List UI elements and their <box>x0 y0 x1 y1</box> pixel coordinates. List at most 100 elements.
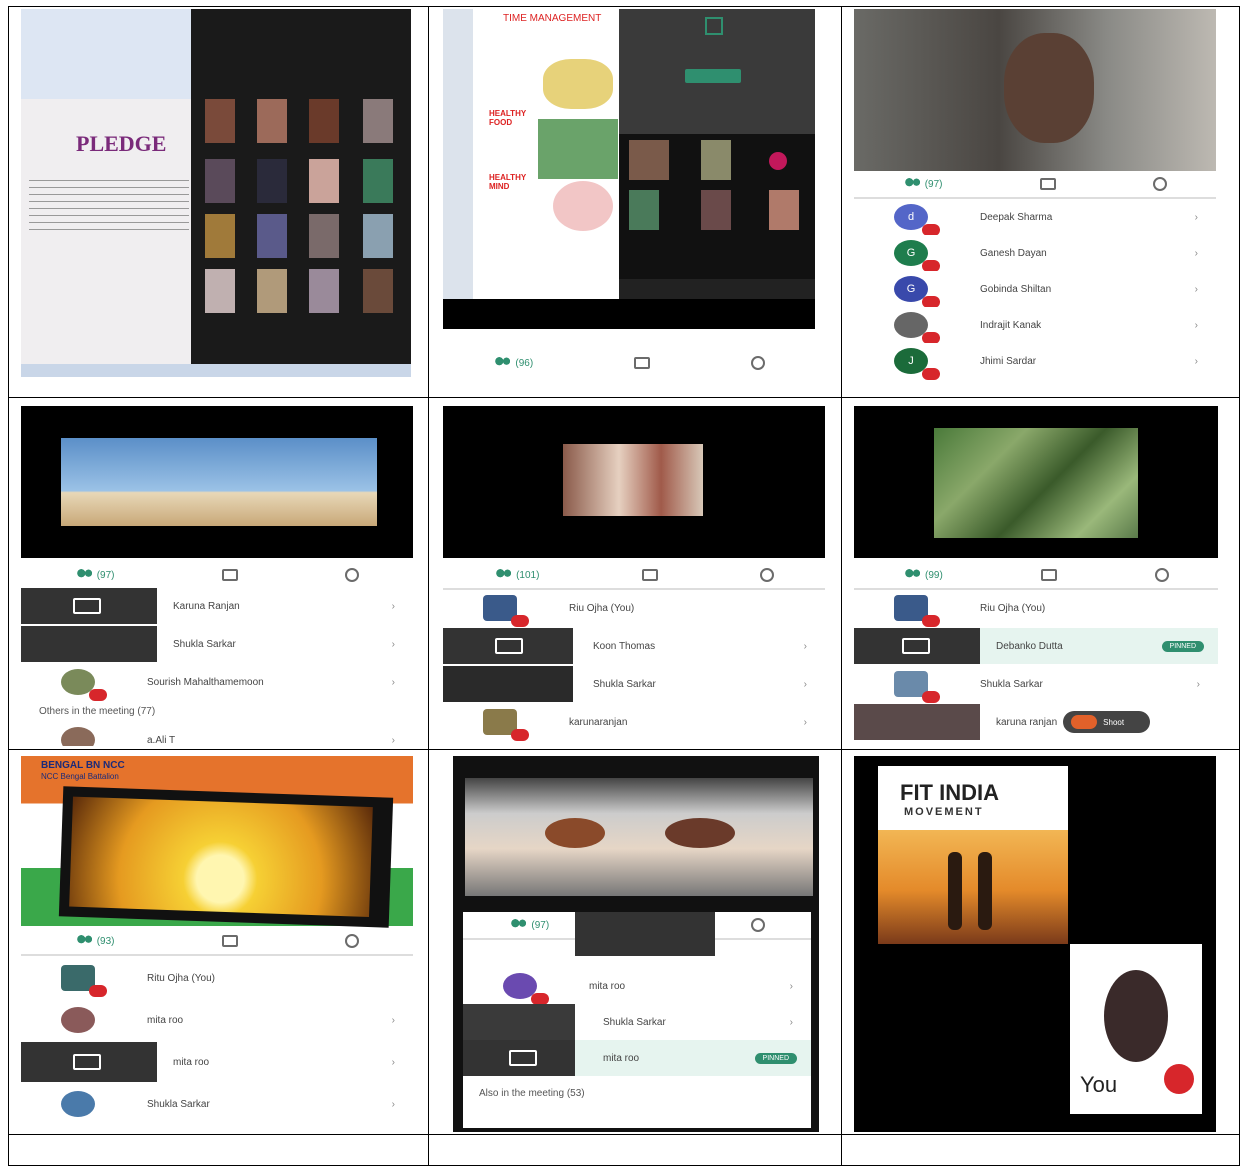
slide-title: TIME MANAGEMENT <box>503 13 602 24</box>
participant-row[interactable]: G Gobinda Shiltan › <box>854 271 1216 308</box>
avatar: d <box>894 204 940 236</box>
slide-left-text-2: HEALTHY MIND <box>489 173 527 191</box>
people-icon <box>74 569 93 581</box>
cell-r4c1 <box>8 1134 429 1166</box>
participant-row-pinned[interactable]: Debanko Dutta PINNED <box>854 628 1218 664</box>
participant-name: Riu Ojha (You) <box>569 602 635 614</box>
video-feed <box>465 778 813 896</box>
participant-row[interactable]: Riu Ojha (You) <box>443 590 825 627</box>
participant-row[interactable]: mita roo › <box>463 968 811 1005</box>
participant-row-pinned[interactable] <box>21 588 157 624</box>
participant-name: Shukla Sarkar <box>147 1098 210 1110</box>
tab-chat[interactable] <box>1040 569 1057 581</box>
tab-people[interactable]: (96) <box>493 357 533 369</box>
poster-title: FIT INDIA <box>900 780 999 805</box>
people-count: (97) <box>531 919 550 931</box>
participant-row[interactable]: Shukla Sarkar › <box>443 666 825 702</box>
tab-info[interactable] <box>1154 568 1169 582</box>
participant-name: Deepak Sharma <box>980 211 1053 223</box>
tab-chat[interactable] <box>633 357 650 369</box>
avatar: G <box>894 276 940 308</box>
avatar <box>1104 970 1168 1062</box>
tab-people[interactable]: (97) <box>902 178 942 190</box>
participant-name: karuna ranjan <box>996 716 1058 728</box>
participant-row[interactable]: d Deepak Sharma › <box>854 199 1216 236</box>
participant-name: Shukla Sarkar <box>593 678 656 690</box>
participant-row[interactable]: Shukla Sarkar › <box>854 666 1218 703</box>
desktop-screen: PLEDGE <box>21 9 411 377</box>
tab-chat[interactable] <box>1039 178 1056 190</box>
participant-name: mita roo <box>147 1014 184 1026</box>
tab-people[interactable]: (97) <box>509 919 549 931</box>
tab-chat[interactable] <box>221 935 238 947</box>
participant-row[interactable]: Sourish Mahalthamemoon › <box>21 664 413 701</box>
participant-row[interactable]: G Ganesh Dayan › <box>854 235 1216 272</box>
poster-subtitle: MOVEMENT <box>904 806 984 818</box>
avatar <box>894 671 940 703</box>
chevron-right-icon: › <box>1194 355 1198 367</box>
mic-off-icon <box>511 729 529 741</box>
tab-info[interactable] <box>750 356 765 370</box>
participant-row[interactable]: Indrajit Kanak › <box>854 307 1216 344</box>
participant-row[interactable]: karuna ranjan Shoot <box>854 704 1218 740</box>
participant-row[interactable]: Shukla Sarkar › <box>21 1084 413 1124</box>
tab-info[interactable] <box>759 568 774 582</box>
participant-row[interactable]: mita roo › <box>21 1000 413 1040</box>
participant-row[interactable]: karunaranjan › <box>443 704 825 741</box>
avatar <box>61 1007 95 1033</box>
banner-line-2: NCC Bengal Battalion <box>41 772 119 781</box>
participant-row[interactable]: Shukla Sarkar › <box>21 626 413 662</box>
chat-icon <box>221 569 238 581</box>
participant-row[interactable]: Riu Ojha (You) <box>854 590 1218 627</box>
banner-line-1: BENGAL BN NCC <box>41 760 125 771</box>
action-pill[interactable]: Shoot <box>1063 711 1151 733</box>
pinned-badge: PINNED <box>754 1052 797 1064</box>
tab-info[interactable] <box>345 934 360 948</box>
participant-row[interactable]: mita roo › <box>21 1042 413 1082</box>
participant-row[interactable]: J Jhimi Sardar › <box>854 343 1216 380</box>
tab-people[interactable]: (93) <box>74 935 114 947</box>
participant-row[interactable]: Shukla Sarkar › <box>463 1004 811 1040</box>
tab-chat[interactable] <box>641 569 658 581</box>
participant-row[interactable]: Ritu Ojha (You) <box>21 958 413 998</box>
video-feed <box>854 406 1218 558</box>
tablet-meeting: (97) mita roo › Shukla Sarkar › mita roo PI… <box>453 756 819 1132</box>
tab-chat[interactable] <box>221 569 238 581</box>
participant-row[interactable]: Koon Thomas › <box>443 628 825 664</box>
participant-name: Gobinda Shiltan <box>980 283 1052 295</box>
participant-name: a.Ali T <box>147 734 176 746</box>
tab-info[interactable] <box>345 568 360 582</box>
participant-name: Indrajit Kanak <box>980 319 1042 331</box>
chevron-right-icon: › <box>1194 211 1198 223</box>
phone-people-panel: (97) Karuna Ranjan › Shukla Sarkar › Souri… <box>21 406 413 746</box>
participant-row-pinned[interactable]: mita roo PINNED <box>463 1040 811 1076</box>
chevron-right-icon: › <box>1194 319 1198 331</box>
people-icon <box>493 357 512 369</box>
meeting-stage: FIT INDIA MOVEMENT You <box>854 756 1216 1132</box>
tab-people[interactable]: (99) <box>903 569 943 581</box>
people-tabs: (99) <box>854 562 1218 590</box>
video-feed <box>443 406 825 558</box>
video-feed <box>21 406 413 558</box>
mic-off-icon <box>511 615 529 627</box>
avatar: J <box>894 348 940 380</box>
slide-and-meeting: TIME MANAGEMENT HEALTHY FOOD HEALTHY MIN… <box>443 9 815 329</box>
participant-row[interactable]: Karuna Ranjan › <box>157 588 413 624</box>
chevron-right-icon: › <box>391 1056 395 1068</box>
cell-r3c2: (97) mita roo › Shukla Sarkar › mita roo PI… <box>428 749 842 1135</box>
screenshot-grid: PLEDGE TIME MANAGEMENT HEALTHY FOOD HEAL… <box>8 6 1240 1166</box>
participant-row[interactable]: a.Ali T › <box>21 722 413 746</box>
tab-info[interactable] <box>1153 177 1168 191</box>
tab-people[interactable]: (97) <box>74 569 114 581</box>
chevron-right-icon: › <box>1194 247 1198 259</box>
tab-people[interactable]: (101) <box>494 569 539 581</box>
info-icon <box>345 934 360 948</box>
chevron-right-icon: › <box>803 640 807 652</box>
people-tabs: (97) <box>854 171 1216 199</box>
phone-people-panel: (97) d Deepak Sharma › G Ganesh Dayan › G Gobin… <box>854 9 1216 389</box>
avatar <box>61 1091 95 1117</box>
tab-info[interactable] <box>750 918 765 932</box>
mic-off-icon[interactable] <box>1164 1064 1194 1094</box>
mic-off-icon <box>922 691 940 703</box>
chat-icon <box>1039 178 1056 190</box>
